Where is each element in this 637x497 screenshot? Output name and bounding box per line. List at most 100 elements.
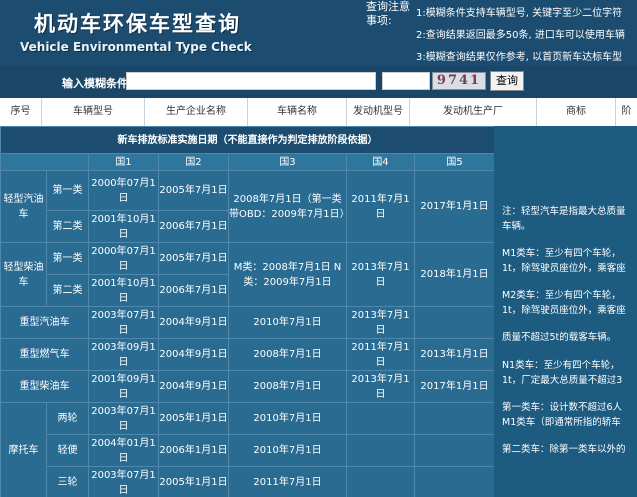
column-header-vehicle-name: 车辆名称 xyxy=(248,98,347,126)
date-cell: 2013年7月1日 xyxy=(346,306,415,339)
date-cell: 2004年9月1日 xyxy=(158,306,229,339)
class-label: 第一类 xyxy=(46,242,89,275)
date-cell: 2013年1月1日 xyxy=(413,338,494,371)
column-header-engine-model: 发动机型号 xyxy=(347,98,410,126)
date-cell: 2003年07月1日 xyxy=(88,466,159,497)
column-header-manufacturer: 生产企业名称 xyxy=(145,98,248,126)
date-cell xyxy=(413,466,494,497)
note-m2: M2类车：至少有四个车轮， xyxy=(502,290,621,301)
stage-header-blank xyxy=(0,153,89,171)
date-cell: 2001年10月1日 xyxy=(88,210,159,243)
standards-panel: 新车排放标准实施日期（不能直接作为判定排放阶段依据） 国1 国2 国3 国4 国… xyxy=(0,126,494,497)
date-cell: 2017年1月1日 xyxy=(413,170,494,243)
date-cell: 2004年9月1日 xyxy=(158,338,229,371)
date-cell: 2003年07月1日 xyxy=(88,306,159,339)
date-cell: 2005年7月1日 xyxy=(158,242,229,275)
date-cell: 2006年1月1日 xyxy=(158,434,229,467)
class-label: 第二类 xyxy=(46,210,89,243)
date-cell: 2003年07月1日 xyxy=(88,402,159,435)
date-cell: 2008年7月1日 xyxy=(228,338,347,371)
category-light-diesel: 轻型柴油车 xyxy=(0,242,47,307)
date-cell: 2010年7月1日 xyxy=(228,402,347,435)
stage-header-3: 国3 xyxy=(228,153,347,171)
class-label: 两轮 xyxy=(46,402,89,435)
note-class1: 第一类车：设计数不超过6人 xyxy=(502,402,623,413)
note-class2: 第二类车：除第一类车以外的 xyxy=(502,444,626,455)
page-subtitle: Vehicle Environmental Type Check xyxy=(20,40,252,54)
date-cell: 2017年1月1日 xyxy=(413,370,494,403)
date-cell xyxy=(346,466,415,497)
date-cell: 2008年7月1日 xyxy=(228,370,347,403)
class-label: 三轮 xyxy=(46,466,89,497)
query-button[interactable]: 查询 xyxy=(490,71,524,91)
date-cell xyxy=(346,402,415,435)
date-cell: M类：2008年7月1日 N类：2009年7月1日 xyxy=(228,242,347,307)
category-heavy-gasoline: 重型汽油车 xyxy=(0,306,89,339)
note-m1-2: 1t，除驾驶员座位外，乘客座 xyxy=(502,263,626,274)
date-cell: 2004年01月1日 xyxy=(88,434,159,467)
search-bar: 输入模糊条件: 9741 查询 xyxy=(0,66,637,98)
date-cell: 2011年7月1日 xyxy=(346,170,415,243)
date-cell: 2011年7月1日 xyxy=(346,338,415,371)
stage-header-5: 国5 xyxy=(413,153,494,171)
category-heavy-diesel: 重型柴油车 xyxy=(0,370,89,403)
column-header-model: 车辆型号 xyxy=(42,98,145,126)
column-header-index: 序号 xyxy=(0,98,42,126)
note-m2-2: 1t，除驾驶员座位外，乘客座 xyxy=(502,305,626,316)
search-input[interactable] xyxy=(126,72,376,90)
note-5t: 质量不超过5t的载客车辆。 xyxy=(502,332,617,343)
notice-3: 3:模糊查询结果仅作参考, 以首页新车达标车型 xyxy=(416,52,623,63)
notes-panel: 注：轻型汽车是指最大总质量 车辆。 M1类车：至少有四个车轮， 1t，除驾驶员座… xyxy=(494,126,637,497)
standards-title: 新车排放标准实施日期（不能直接作为判定排放阶段依据） xyxy=(0,126,494,154)
note-light-vehicle-2: 车辆。 xyxy=(502,221,531,232)
note-n1: N1类车：至少有四个车轮， xyxy=(502,360,620,371)
column-header-stage: 阶 xyxy=(621,106,632,117)
date-cell: 2001年09月1日 xyxy=(88,370,159,403)
date-cell: 2005年1月1日 xyxy=(158,466,229,497)
date-cell: 2005年7月1日 xyxy=(158,170,229,211)
notice-label: 查询注意事项: xyxy=(366,0,410,27)
date-cell xyxy=(413,402,494,435)
class-label: 第二类 xyxy=(46,274,89,307)
column-header-brand: 商标 xyxy=(537,98,616,126)
class-label: 第一类 xyxy=(46,170,89,211)
date-cell xyxy=(413,434,494,467)
note-n1-2: 1t，厂定最大总质量不超过3 xyxy=(502,375,623,386)
date-cell: 2006年7月1日 xyxy=(158,210,229,243)
note-m1: M1类车：至少有四个车轮， xyxy=(502,248,621,259)
date-cell: 2010年7月1日 xyxy=(228,306,347,339)
class-label: 轻便 xyxy=(46,434,89,467)
date-cell xyxy=(413,306,494,339)
captcha-image[interactable]: 9741 xyxy=(432,72,486,90)
date-cell: 2018年1月1日 xyxy=(413,242,494,307)
date-cell: 2011年7月1日 xyxy=(228,466,347,497)
result-table-header: 序号 车辆型号 生产企业名称 车辆名称 发动机型号 发动机生产厂 商标 阶 xyxy=(0,98,637,127)
category-motorcycle: 摩托车 xyxy=(0,402,47,497)
column-header-engine-maker: 发动机生产厂 xyxy=(410,98,537,126)
stage-header-1: 国1 xyxy=(88,153,159,171)
header-banner: 机动车环保车型查询 Vehicle Environmental Type Che… xyxy=(0,0,637,66)
date-cell: 2010年7月1日 xyxy=(228,434,347,467)
date-cell: 2013年7月1日 xyxy=(346,242,415,307)
date-cell: 2005年1月1日 xyxy=(158,402,229,435)
date-cell: 2003年09月1日 xyxy=(88,338,159,371)
date-cell: 2013年7月1日 xyxy=(346,370,415,403)
stage-header-2: 国2 xyxy=(158,153,229,171)
captcha-input[interactable] xyxy=(382,72,430,90)
date-cell xyxy=(346,434,415,467)
page-title: 机动车环保车型查询 xyxy=(34,12,241,36)
note-light-vehicle: 注：轻型汽车是指最大总质量 xyxy=(502,206,626,217)
stage-header-4: 国4 xyxy=(346,153,415,171)
notice-1: 1:模糊条件支持车辆型号, 关键字至少二位字符 xyxy=(416,8,623,19)
date-cell: 2000年07月1日 xyxy=(88,242,159,275)
category-heavy-gas: 重型燃气车 xyxy=(0,338,89,371)
search-label: 输入模糊条件: xyxy=(62,77,133,90)
date-cell: 2008年7月1日（第一类带OBD：2009年7月1日） xyxy=(228,170,347,243)
category-light-gasoline: 轻型汽油车 xyxy=(0,170,47,243)
date-cell: 2000年07月1日 xyxy=(88,170,159,211)
notice-2: 2:查询结果返回最多50条, 进口车可以使用车辆 xyxy=(416,30,625,41)
date-cell: 2006年7月1日 xyxy=(158,274,229,307)
date-cell: 2004年9月1日 xyxy=(158,370,229,403)
note-class1-2: M1类车（即通常所指的轿车 xyxy=(502,417,621,428)
date-cell: 2001年10月1日 xyxy=(88,274,159,307)
